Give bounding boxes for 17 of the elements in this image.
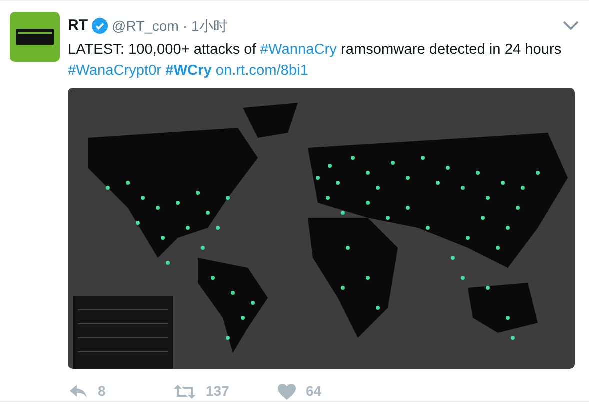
logo-avatar[interactable] <box>10 12 60 62</box>
like-button[interactable]: 64 <box>278 381 358 402</box>
author-name[interactable]: RT <box>68 14 88 38</box>
url-link[interactable]: on.rt.com/8bi1 <box>216 63 308 79</box>
tweet-text: LATEST: 100,000+ attacks of #WannaCry ramsomware detected in 24 hours #WanaCrypt0r #WCry on.rt.com/8bi1 <box>68 41 563 81</box>
retweet-button[interactable]: 137 <box>174 381 254 402</box>
reply-icon <box>70 384 88 398</box>
heart-icon <box>278 384 296 400</box>
author-handle[interactable]: @RT_com <box>112 16 179 36</box>
retweet-icon <box>174 384 196 398</box>
logo-icon <box>16 29 54 45</box>
timestamp[interactable]: 1小时 <box>192 16 228 36</box>
separator-dot: · <box>182 16 188 36</box>
hashtag-link[interactable]: #WannaCry <box>260 42 337 58</box>
hashtag-link[interactable]: #WanaCrypt0r <box>68 63 162 79</box>
reply-button[interactable]: 8 <box>70 381 150 402</box>
hashtag-link[interactable]: #WCry <box>166 63 212 79</box>
